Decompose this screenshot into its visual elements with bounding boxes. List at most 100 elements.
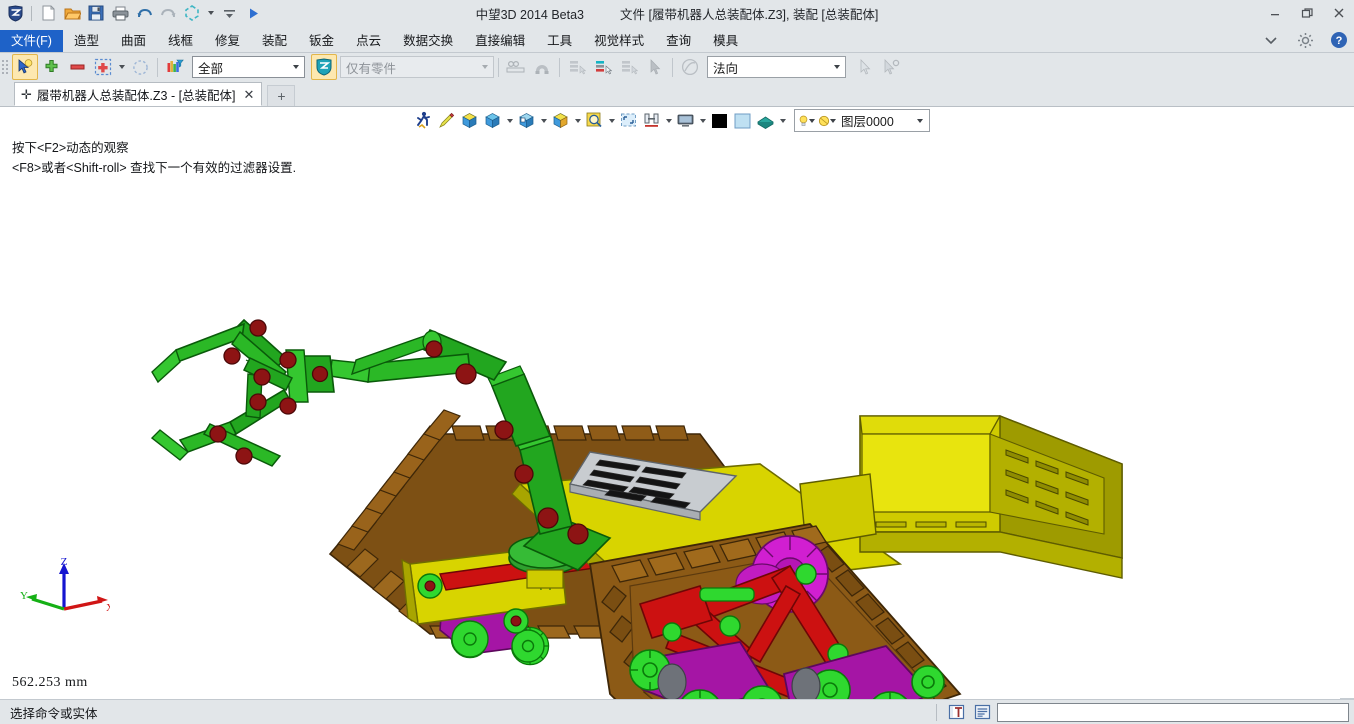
menu-item-repair[interactable]: 修复 (204, 30, 251, 52)
settings-gear-icon[interactable] (1294, 29, 1316, 51)
text-properties-icon[interactable] (945, 702, 967, 722)
output-window-icon[interactable] (971, 702, 993, 722)
pick-cursor-icon[interactable] (12, 54, 38, 80)
magnet-snap-icon[interactable] (529, 54, 555, 80)
entity-filter-combo[interactable]: 全部 (192, 56, 305, 78)
remove-selection-icon[interactable] (64, 54, 90, 80)
toolbar-grip[interactable] (2, 58, 9, 76)
pick-point-icon[interactable] (852, 54, 878, 80)
layer-stack-a-icon[interactable] (564, 54, 590, 80)
toolbar-separator-2 (498, 58, 499, 77)
section-view-dropdown-icon[interactable] (663, 109, 674, 133)
command-input[interactable] (997, 703, 1349, 722)
background-black-swatch[interactable] (708, 109, 731, 132)
document-tab-strip: ✛ 履带机器人总装配体.Z3 - [总装配体] ✕ + (0, 81, 1354, 106)
zw3d-application-window: 中望3D 2014 Beta3文件 [履带机器人总装配体.Z3], 装配 [总装… (0, 0, 1354, 724)
menu-item-visual-style[interactable]: 视觉样式 (583, 30, 655, 52)
menu-item-modeling[interactable]: 造型 (63, 30, 110, 52)
play-icon[interactable] (242, 2, 264, 24)
scope-filter-chevron-icon[interactable] (478, 59, 491, 75)
direction-filter-combo[interactable]: 法向 (707, 56, 846, 78)
menu-item-pointcloud[interactable]: 点云 (345, 30, 392, 52)
shaded-cube-icon[interactable] (458, 109, 481, 132)
qat-more-icon[interactable] (218, 2, 240, 24)
menu-item-file[interactable]: 文件(F) (0, 30, 63, 52)
toolbar-separator-4 (672, 58, 673, 77)
direction-filter-chevron-icon[interactable] (830, 59, 843, 75)
qat-divider (31, 6, 32, 21)
layer-stack-b-icon[interactable] (590, 54, 616, 80)
print-icon[interactable] (109, 2, 131, 24)
pick-setting-icon[interactable] (878, 54, 904, 80)
menu-item-sheetmetal[interactable]: 钣金 (298, 30, 345, 52)
close-button[interactable] (1328, 3, 1350, 23)
zoom-fit-icon[interactable] (583, 109, 606, 132)
display-mode-icon[interactable] (674, 109, 697, 132)
visual-style-icon[interactable] (754, 109, 777, 132)
menu-item-direct-edit[interactable]: 直接编辑 (464, 30, 536, 52)
circle-select-icon[interactable] (127, 54, 153, 80)
coordinate-triad: Z X Y (18, 555, 110, 617)
redo-icon[interactable] (157, 2, 179, 24)
zoom-fit-dropdown-icon[interactable] (606, 109, 617, 133)
orient-view-dropdown-icon[interactable] (572, 109, 583, 133)
layer-state-icon[interactable] (818, 111, 836, 130)
normal-direction-icon[interactable] (677, 54, 703, 80)
standard-views-dropdown-icon[interactable] (538, 109, 549, 133)
graphics-viewport[interactable]: 按下<F2>动态的观察 <F8>或者<Shift-roll> 查找下一个有效的过… (0, 134, 1354, 699)
save-file-icon[interactable] (85, 2, 107, 24)
layer-bulb-icon[interactable] (798, 111, 815, 130)
menu-item-wireframe[interactable]: 线框 (157, 30, 204, 52)
undo-icon[interactable] (133, 2, 155, 24)
orient-view-icon[interactable] (549, 109, 572, 132)
visual-style-dropdown-icon[interactable] (777, 109, 788, 133)
display-mode-dropdown-icon[interactable] (697, 109, 708, 133)
svg-text:?: ? (1336, 35, 1343, 47)
highlight-pen-icon[interactable] (435, 109, 458, 132)
scope-filter-combo[interactable]: 仅有零件 (340, 56, 494, 78)
layer-combo[interactable]: 图层0000 (794, 109, 930, 132)
isometric-view-icon[interactable] (481, 109, 504, 132)
measure-chain-icon[interactable] (503, 54, 529, 80)
isometric-view-dropdown-icon[interactable] (504, 109, 515, 133)
box-select-icon[interactable] (90, 54, 116, 80)
layer-stack-c-icon[interactable] (616, 54, 642, 80)
menu-item-inquire[interactable]: 查询 (655, 30, 702, 52)
entity-filter-chevron-icon[interactable] (289, 59, 302, 75)
minimize-button[interactable] (1264, 3, 1286, 23)
filter-icon[interactable] (162, 54, 188, 80)
tab-close-icon[interactable]: ✕ (241, 88, 255, 101)
cad-model-tracked-robot[interactable] (0, 134, 1354, 699)
menu-item-surface[interactable]: 曲面 (110, 30, 157, 52)
new-file-icon[interactable] (37, 2, 59, 24)
menu-item-data-exchange[interactable]: 数据交换 (392, 30, 464, 52)
regen-icon[interactable] (181, 2, 203, 24)
open-file-icon[interactable] (61, 2, 83, 24)
window-controls (1264, 0, 1350, 26)
status-bar: 选择命令或实体 (0, 699, 1354, 724)
toolbar-separator-1 (157, 58, 158, 77)
menu-item-mold[interactable]: 模具 (702, 30, 749, 52)
chevron-down-icon[interactable] (1260, 29, 1282, 51)
view-toolbar: 图层0000 (0, 106, 1354, 134)
zoom-window-icon[interactable] (617, 109, 640, 132)
help-icon[interactable]: ? (1328, 29, 1350, 51)
box-select-dropdown-icon[interactable] (116, 55, 127, 79)
standard-views-icon[interactable] (515, 109, 538, 132)
menu-bar-right-icons: ? (1260, 29, 1350, 51)
restore-button[interactable] (1296, 3, 1318, 23)
section-view-icon[interactable] (640, 109, 663, 132)
arrow-pick-icon[interactable] (642, 54, 668, 80)
walk-through-icon[interactable] (412, 109, 435, 132)
menu-item-tools[interactable]: 工具 (536, 30, 583, 52)
background-blue-swatch[interactable] (731, 109, 754, 132)
tab-pin-icon[interactable]: ✛ (21, 88, 32, 101)
layer-chevron-icon[interactable] (913, 111, 928, 130)
app-logo-icon[interactable] (4, 2, 26, 24)
document-tab[interactable]: ✛ 履带机器人总装配体.Z3 - [总装配体] ✕ (14, 82, 262, 106)
menu-item-assembly[interactable]: 装配 (251, 30, 298, 52)
regen-dropdown-icon[interactable] (205, 1, 216, 25)
new-tab-button[interactable]: + (267, 85, 295, 106)
scope-filter-icon[interactable] (311, 54, 337, 80)
add-selection-icon[interactable] (38, 54, 64, 80)
